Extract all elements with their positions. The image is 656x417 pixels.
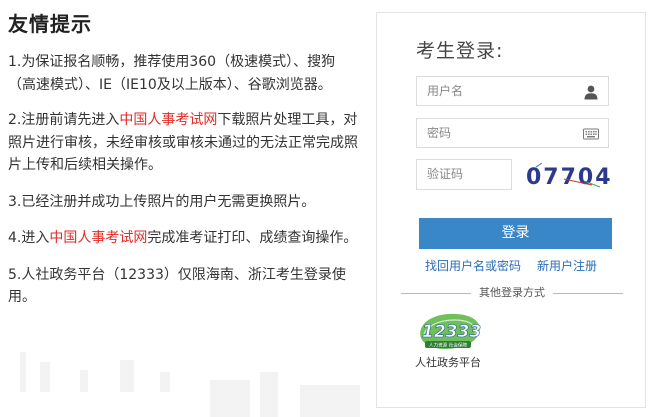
username-input[interactable]: [417, 77, 567, 105]
login-button[interactable]: 登录: [419, 218, 612, 249]
password-field[interactable]: [416, 118, 609, 148]
register-link[interactable]: 新用户注册: [537, 257, 597, 274]
forgot-password-link[interactable]: 找回用户名或密码: [425, 257, 521, 274]
tip-item-1: 1.为保证报名顺畅，推荐使用360（极速模式）、搜狗（高速模式）、IE（IE10…: [8, 51, 360, 96]
tips-section: 友情提示 1.为保证报名顺畅，推荐使用360（极速模式）、搜狗（高速模式）、IE…: [8, 0, 360, 309]
login-panel: 考生登录: 07704 登录: [376, 12, 646, 408]
logo-subtext: 人力资源 社会保障: [429, 342, 468, 349]
tip-2-before: 2.注册前请先进入: [8, 112, 120, 128]
hrss-platform-label: 人社政务平台: [415, 356, 481, 369]
hrss-platform-login[interactable]: 12333 人力资源 社会保障 人社政务平台: [415, 311, 495, 371]
username-field[interactable]: [416, 76, 609, 106]
tip-item-2: 2.注册前请先进入中国人事考试网下载照片处理工具，对照片进行审核，未经审核或审核…: [8, 109, 360, 177]
tip-1-text: 1.为保证报名顺畅，推荐使用360（极速模式）、搜狗（高速模式）、IE（IE10…: [8, 54, 336, 93]
captcha-image[interactable]: 07704: [522, 159, 610, 191]
divider-line-right: [553, 293, 623, 294]
captcha-input[interactable]: [417, 160, 507, 188]
login-title: 考生登录:: [416, 40, 504, 62]
tip-3-text: 3.已经注册并成功上传照片的用户无需更换照片。: [8, 193, 316, 210]
cpta-link[interactable]: 中国人事考试网: [119, 112, 217, 128]
cpta-link[interactable]: 中国人事考试网: [49, 230, 147, 246]
password-input[interactable]: [417, 119, 567, 147]
tips-title: 友情提示: [8, 12, 92, 36]
captcha-field[interactable]: [416, 159, 512, 190]
logo-number: 12333: [422, 322, 481, 342]
tip-5-text: 5.人社政务平台（12333）仅限海南、浙江考生登录使用。: [8, 266, 346, 306]
12333-logo: 12333 人力资源 社会保障: [420, 313, 481, 349]
user-icon: [584, 85, 598, 100]
keyboard-icon[interactable]: [583, 126, 599, 142]
tip-item-5: 5.人社政务平台（12333）仅限海南、浙江考生登录使用。: [8, 264, 360, 309]
tip-item-4: 4.进入中国人事考试网完成准考证打印、成绩查询操作。: [8, 227, 360, 250]
tip-4-after: 完成准考证打印、成绩查询操作。: [147, 230, 358, 246]
tip-4-before: 4.进入: [8, 230, 50, 246]
tip-item-3: 3.已经注册并成功上传照片的用户无需更换照片。: [8, 191, 360, 214]
other-login-divider: 其他登录方式: [401, 286, 623, 300]
